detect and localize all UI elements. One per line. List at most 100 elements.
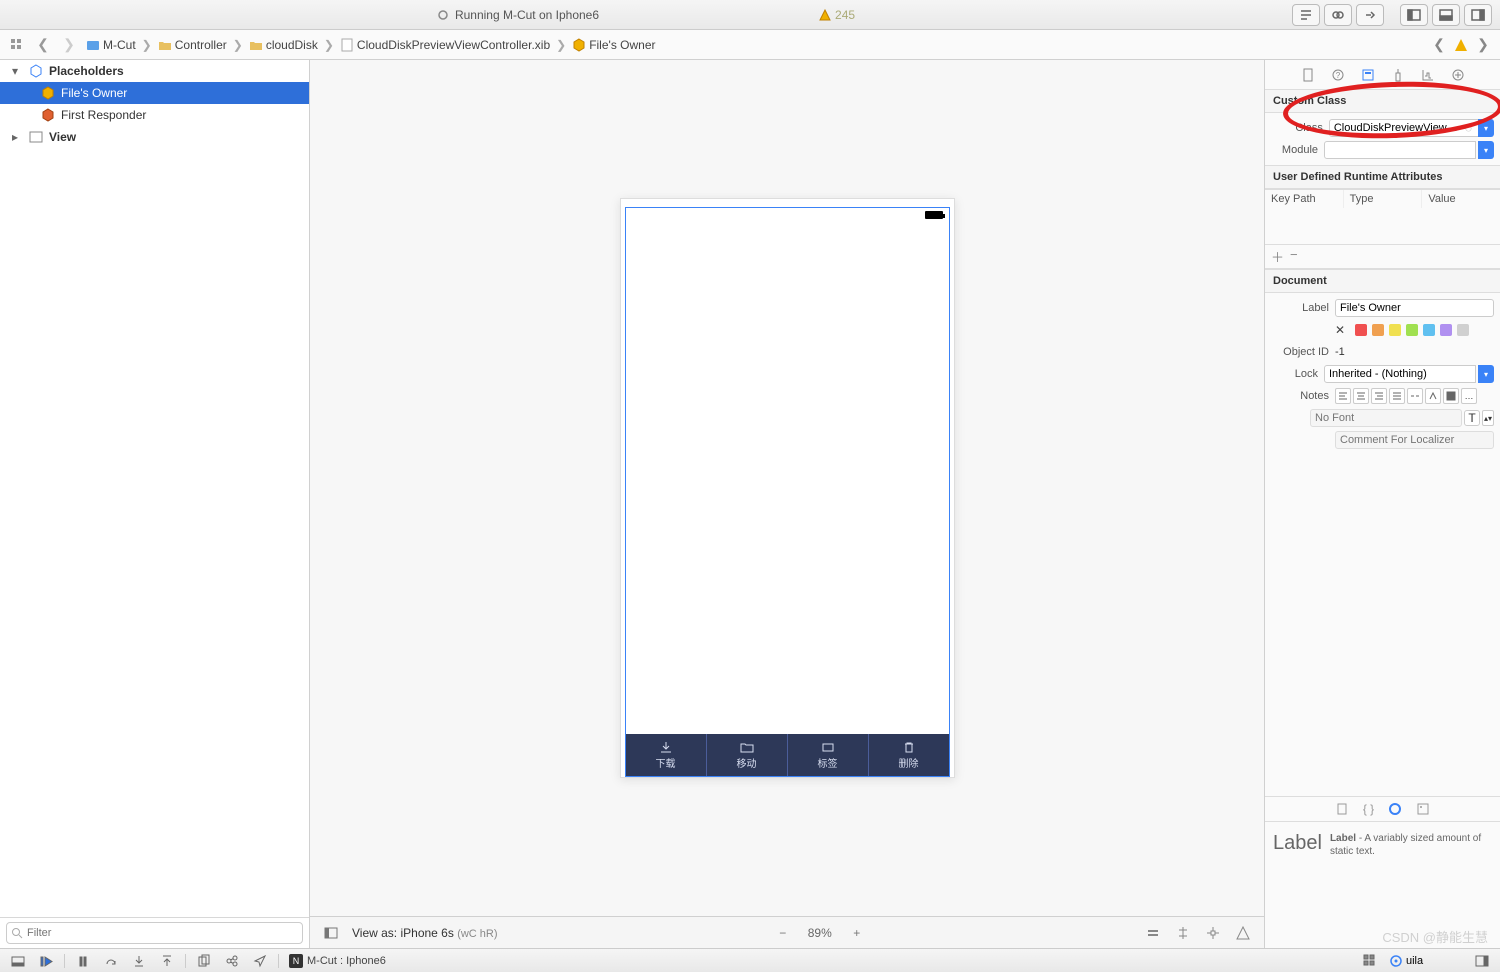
breadcrumb-project[interactable]: M-Cut [84,38,138,52]
notes-font-field[interactable] [1310,409,1462,427]
breadcrumb-folder[interactable]: cloudDisk [247,38,320,52]
outline-section-header[interactable]: ▾ Placeholders [0,60,309,82]
continue-button[interactable] [34,952,58,970]
view-as-label[interactable]: View as: iPhone 6s (wC hR) [352,926,498,940]
label-color-swatch[interactable] [1372,324,1384,336]
breadcrumb-file[interactable]: CloudDiskPreviewViewController.xib [338,38,552,52]
tab-tag[interactable]: 标签 [788,734,869,776]
align-natural-button[interactable] [1407,388,1423,404]
app-icon: N [289,954,303,968]
step-into-button[interactable] [127,952,151,970]
disclosure-triangle-icon[interactable]: ▾ [12,64,22,78]
outline-item-files-owner[interactable]: File's Owner [0,82,309,104]
toggle-bottom-panel-button[interactable] [1432,4,1460,26]
zoom-out-button[interactable]: − [772,922,794,944]
debug-target[interactable]: N M-Cut : Iphone6 [289,954,386,968]
toggle-right-panel-footer[interactable] [1470,952,1494,970]
library-view-grid-button[interactable] [1358,952,1382,970]
zoom-in-button[interactable]: + [846,922,868,944]
class-field[interactable] [1329,119,1481,137]
table-col-keypath[interactable]: Key Path [1265,190,1344,208]
table-col-type[interactable]: Type [1344,190,1423,208]
warning-icon[interactable] [1454,38,1468,52]
tab-download[interactable]: 下载 [626,734,707,776]
align-right-button[interactable] [1371,388,1387,404]
next-issue-button[interactable]: ❯ [1472,35,1494,55]
runtime-attributes-table[interactable]: Key Path Type Value [1265,189,1500,245]
stepper-button[interactable]: ▴▾ [1482,410,1494,426]
view-body[interactable] [626,222,949,734]
warning-indicator[interactable]: 245 [819,8,855,22]
font-color-button[interactable] [1425,388,1441,404]
lock-field[interactable] [1324,365,1476,383]
help-inspector-tab[interactable]: ? [1328,65,1348,85]
scene-view[interactable]: 下载 移动 标签 删除 [620,198,955,778]
class-dropdown-button[interactable]: ▾ [1478,119,1494,137]
tab-move[interactable]: 移动 [707,734,788,776]
table-col-value[interactable]: Value [1422,190,1500,208]
file-inspector-tab[interactable] [1298,65,1318,85]
align-left-button[interactable] [1335,388,1351,404]
warning-count: 245 [835,8,855,22]
pause-button[interactable] [71,952,95,970]
stack-button[interactable] [1142,922,1164,944]
resolve-button[interactable] [1232,922,1254,944]
standard-editor-button[interactable] [1292,4,1320,26]
remove-attribute-button[interactable]: − [1290,247,1298,266]
label-color-swatch[interactable] [1355,324,1367,336]
assistant-editor-button[interactable] [1324,4,1352,26]
pin-button[interactable] [1202,922,1224,944]
outline-filter-input[interactable] [6,922,303,944]
toggle-console-button[interactable] [6,952,30,970]
more-button[interactable]: … [1461,388,1477,404]
related-items-button[interactable] [6,35,28,55]
location-button[interactable] [248,952,272,970]
font-picker-button[interactable]: T [1464,410,1480,426]
prev-issue-button[interactable]: ❮ [1428,35,1450,55]
outline-item-first-responder[interactable]: First Responder [0,104,309,126]
step-over-button[interactable] [99,952,123,970]
breadcrumb-owner[interactable]: File's Owner [570,38,657,52]
no-color-button[interactable]: ✕ [1335,323,1345,337]
root-view[interactable]: 下载 移动 标签 删除 [625,207,950,777]
back-button[interactable]: ❮ [32,35,54,55]
align-center-button[interactable] [1353,388,1369,404]
step-out-button[interactable] [155,952,179,970]
lock-dropdown-button[interactable]: ▾ [1478,365,1494,383]
add-attribute-button[interactable]: ＋ [1271,247,1284,266]
breadcrumb-folder[interactable]: Controller [156,38,229,52]
label-color-swatch[interactable] [1440,324,1452,336]
label-color-swatch[interactable] [1406,324,1418,336]
module-dropdown-button[interactable]: ▾ [1478,141,1494,159]
identity-inspector-tab[interactable] [1358,65,1378,85]
align-button[interactable] [1172,922,1194,944]
toggle-left-panel-button[interactable] [1400,4,1428,26]
memory-graph-button[interactable] [220,952,244,970]
tab-delete[interactable]: 删除 [869,734,949,776]
outline-item-view[interactable]: ▸ View [0,126,309,148]
debug-view-button[interactable] [192,952,216,970]
toggle-outline-button[interactable] [320,922,342,944]
size-inspector-tab[interactable] [1418,65,1438,85]
library-search-input[interactable] [1406,955,1466,967]
connections-inspector-tab[interactable] [1448,65,1468,85]
label-color-swatch[interactable] [1389,324,1401,336]
toggle-right-panel-button[interactable] [1464,4,1492,26]
breadcrumb-separator: ❯ [556,38,566,52]
disclosure-triangle-icon[interactable]: ▸ [12,130,22,144]
font-bg-button[interactable] [1443,388,1459,404]
module-field[interactable] [1324,141,1476,159]
file-template-lib-tab[interactable] [1335,802,1349,816]
localizer-comment-field[interactable] [1335,431,1494,449]
canvas-bottom-bar: View as: iPhone 6s (wC hR) − 89% + [310,916,1264,948]
forward-button[interactable]: ❯ [58,35,80,55]
align-justify-button[interactable] [1389,388,1405,404]
code-snippet-lib-tab[interactable]: { } [1363,802,1374,816]
label-color-swatch[interactable] [1457,324,1469,336]
media-lib-tab[interactable] [1416,802,1430,816]
object-lib-tab[interactable] [1388,802,1402,816]
version-editor-button[interactable] [1356,4,1384,26]
doc-label-field[interactable] [1335,299,1494,317]
label-color-swatch[interactable] [1423,324,1435,336]
attributes-inspector-tab[interactable] [1388,65,1408,85]
